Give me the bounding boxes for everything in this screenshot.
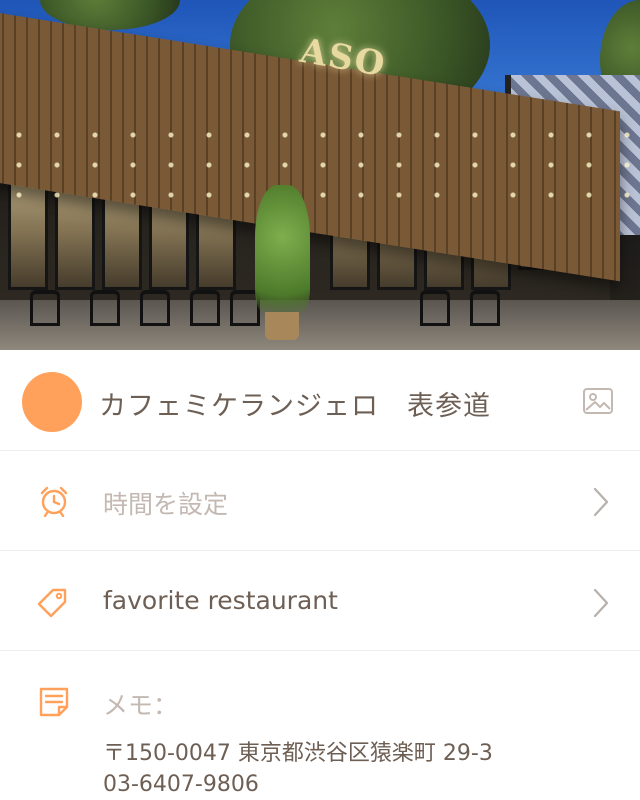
tag-icon: [36, 587, 68, 619]
photo-chair: [420, 290, 450, 326]
photo-chair: [90, 290, 120, 326]
place-avatar[interactable]: [22, 372, 82, 432]
time-row[interactable]: [0, 451, 640, 551]
memo-address: 〒150-0047 東京都渋谷区猿楽町 29-3: [103, 741, 493, 766]
restaurant-photo: ASO: [0, 0, 640, 350]
memo-icon: [38, 686, 70, 718]
chevron-right-icon[interactable]: [592, 486, 610, 518]
memo-phone: 03-6407-9806: [103, 772, 259, 797]
photo-chair: [190, 290, 220, 326]
photo-chair: [140, 290, 170, 326]
place-title: カフェミケランジェロ 表参道: [99, 391, 491, 422]
set-time-label[interactable]: 時間を設定: [103, 485, 228, 521]
alarm-clock-icon: [38, 485, 70, 518]
memo-text[interactable]: 〒150-0047 東京都渋谷区猿楽町 29-3 03-6407-9806: [103, 738, 493, 800]
memo-label: メモ：: [103, 691, 179, 720]
photo-plant: [255, 185, 310, 315]
photo-planter: [265, 312, 299, 340]
photo-lights: [0, 120, 640, 220]
image-icon[interactable]: [582, 385, 614, 417]
photo-chair: [30, 290, 60, 326]
tag-label[interactable]: favorite restaurant: [103, 586, 338, 615]
photo-chair: [470, 290, 500, 326]
chevron-right-icon[interactable]: [592, 587, 610, 619]
